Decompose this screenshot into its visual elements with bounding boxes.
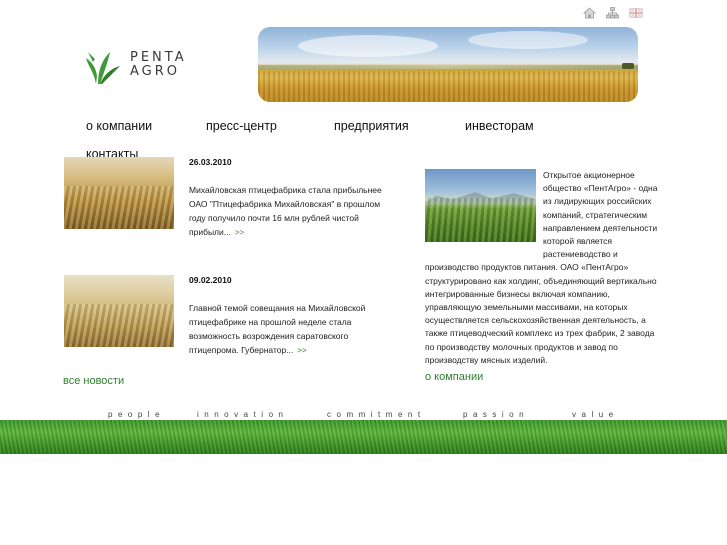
nav-item-about[interactable]: о компании	[86, 119, 152, 133]
tagline-word-innovation: innovation	[197, 410, 289, 419]
news-date-1: 26.03.2010	[189, 157, 232, 167]
header-banner-image	[258, 27, 638, 102]
company-logo[interactable]: PENTA AGRO	[84, 48, 204, 86]
wheat-leaf-logo-icon	[86, 52, 120, 84]
tagline-word-commitment: commitment	[327, 410, 426, 419]
news-text-1: Михайловская птицефабрика стала прибыльн…	[189, 183, 389, 240]
tagline-word-passion: passion	[463, 410, 530, 419]
sitemap-icon[interactable]	[606, 7, 619, 19]
footer-grass-image	[0, 420, 727, 454]
utility-icons	[583, 7, 643, 19]
news-more-link-2[interactable]: >>	[297, 346, 306, 355]
news-text-2: Главной темой совещания на Михайловской …	[189, 301, 375, 358]
news-image-2[interactable]	[64, 275, 174, 347]
logo-wordmark: PENTA AGRO	[130, 51, 187, 79]
news-text-2-body: Главной темой совещания на Михайловской …	[189, 303, 366, 355]
tagline-word-value: value	[572, 410, 619, 419]
logo-line-penta: PENTA	[130, 50, 187, 65]
news-date-2: 09.02.2010	[189, 275, 232, 285]
about-company-link[interactable]: о компании	[425, 371, 483, 383]
nav-item-investors[interactable]: инвесторам	[465, 119, 534, 133]
about-text: Открытое акционерное общество «ПентАгро»…	[425, 169, 659, 367]
nav-item-enterprises[interactable]: предприятия	[334, 119, 409, 133]
tagline-word-people: people	[108, 410, 166, 419]
logo-line-agro: AGRO	[130, 64, 181, 79]
english-flag-icon[interactable]	[629, 8, 643, 18]
news-image-1[interactable]	[64, 157, 174, 229]
all-news-link[interactable]: все новости	[63, 375, 124, 387]
home-icon[interactable]	[583, 7, 596, 19]
nav-item-press-center[interactable]: пресс-центр	[206, 119, 277, 133]
news-text-1-body: Михайловская птицефабрика стала прибыльн…	[189, 185, 382, 237]
news-more-link-1[interactable]: >>	[235, 228, 244, 237]
